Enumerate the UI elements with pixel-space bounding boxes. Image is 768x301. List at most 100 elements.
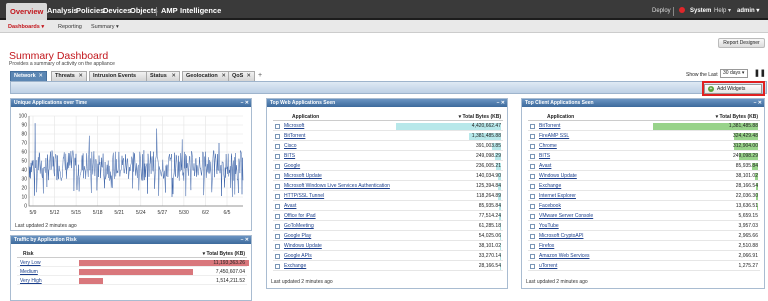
- tab-qos[interactable]: QoS ✕: [228, 71, 255, 81]
- app-link[interactable]: Microsoft Update: [284, 172, 322, 181]
- app-link[interactable]: Google Play: [284, 232, 311, 241]
- row-checkbox[interactable]: [275, 174, 280, 179]
- row-checkbox[interactable]: [275, 204, 280, 209]
- help-menu[interactable]: Help ▾: [714, 4, 731, 18]
- deploy-button[interactable]: Deploy: [652, 4, 671, 18]
- row-checkbox[interactable]: [530, 184, 535, 189]
- row-checkbox[interactable]: [275, 194, 280, 199]
- time-range-select[interactable]: 30 days ▾: [720, 69, 748, 78]
- tab-geolocation[interactable]: Geolocation ✕: [182, 71, 230, 81]
- subnav-summary[interactable]: Summary ▾: [91, 22, 119, 32]
- nav-overview[interactable]: Overview: [6, 3, 48, 20]
- app-link[interactable]: GoToMeeting: [284, 222, 314, 231]
- risk-link[interactable]: Medium: [20, 268, 38, 276]
- row-checkbox[interactable]: [530, 234, 535, 239]
- app-link[interactable]: Cisco: [284, 142, 297, 151]
- app-link[interactable]: BITS: [539, 152, 550, 161]
- tab-network[interactable]: Network ✕: [10, 71, 47, 81]
- widget-controls-icon[interactable]: – ✕: [241, 99, 249, 107]
- app-link[interactable]: Windows Update: [539, 172, 577, 181]
- row-checkbox[interactable]: [530, 224, 535, 229]
- col-bytes[interactable]: ▾ Total Bytes (KB): [459, 113, 501, 121]
- alert-icon[interactable]: [679, 7, 685, 13]
- row-checkbox[interactable]: [530, 244, 535, 249]
- col-bytes[interactable]: ▾ Total Bytes (KB): [716, 113, 758, 121]
- row-checkbox[interactable]: [530, 144, 535, 149]
- app-link[interactable]: Google APIs: [284, 252, 312, 261]
- widget-controls-icon[interactable]: – ✕: [497, 99, 505, 107]
- row-checkbox[interactable]: [530, 174, 535, 179]
- app-link[interactable]: Internet Explorer: [539, 192, 576, 201]
- row-checkbox[interactable]: [275, 164, 280, 169]
- row-checkbox[interactable]: [275, 254, 280, 259]
- col-bytes[interactable]: ▾ Total Bytes (KB): [203, 250, 245, 258]
- app-link[interactable]: Exchange: [539, 182, 561, 191]
- app-link[interactable]: Facebook: [539, 202, 561, 211]
- app-link[interactable]: Microsoft CryptoAPI: [539, 232, 583, 241]
- close-icon[interactable]: ✕: [221, 72, 226, 81]
- app-link[interactable]: Firefox: [539, 242, 554, 251]
- tab-status[interactable]: Status ✕: [146, 71, 180, 81]
- close-icon[interactable]: ✕: [78, 72, 83, 81]
- user-menu[interactable]: admin ▾: [737, 4, 759, 18]
- nav-amp[interactable]: AMP: [161, 4, 178, 18]
- app-link[interactable]: uTorrent: [539, 262, 557, 271]
- app-link[interactable]: HTTP/SSL Tunnel: [284, 192, 324, 201]
- row-checkbox[interactable]: [530, 194, 535, 199]
- app-link[interactable]: BitTorrent: [539, 122, 560, 131]
- risk-link[interactable]: Very Low: [20, 259, 41, 267]
- row-checkbox[interactable]: [275, 144, 280, 149]
- row-checkbox[interactable]: [530, 164, 535, 169]
- app-link[interactable]: VMware Server Console: [539, 212, 593, 221]
- app-link[interactable]: Office for iPad: [284, 212, 316, 221]
- nav-devices[interactable]: Devices: [103, 4, 131, 18]
- report-designer-button[interactable]: Report Designer: [718, 38, 765, 48]
- close-icon[interactable]: ✕: [38, 72, 43, 81]
- app-link[interactable]: Chrome: [539, 142, 557, 151]
- app-link[interactable]: BITS: [284, 152, 295, 161]
- pause-icon[interactable]: ❚❚: [754, 70, 766, 78]
- row-checkbox[interactable]: [275, 154, 280, 159]
- app-link[interactable]: Exchange: [284, 262, 306, 271]
- nav-objects[interactable]: Objects: [130, 4, 158, 18]
- app-link[interactable]: Microsoft: [284, 122, 304, 131]
- app-link[interactable]: Microsoft Windows Live Services Authenti…: [284, 182, 390, 191]
- row-checkbox[interactable]: [530, 214, 535, 219]
- row-checkbox[interactable]: [275, 134, 280, 139]
- app-link[interactable]: Avast: [284, 202, 296, 211]
- row-checkbox[interactable]: [275, 214, 280, 219]
- row-checkbox[interactable]: [530, 254, 535, 259]
- widget-controls-icon[interactable]: – ✕: [754, 99, 762, 107]
- subnav-reporting[interactable]: Reporting: [58, 22, 82, 32]
- app-link[interactable]: FireAMP SSL: [539, 132, 569, 141]
- row-checkbox[interactable]: [275, 124, 280, 129]
- app-link[interactable]: Avast: [539, 162, 551, 171]
- row-checkbox[interactable]: [275, 264, 280, 269]
- row-checkbox[interactable]: [275, 234, 280, 239]
- widget-controls-icon[interactable]: – ✕: [241, 236, 249, 244]
- tab-threats[interactable]: Threats ✕: [51, 71, 87, 81]
- nav-intelligence[interactable]: Intelligence: [180, 4, 221, 18]
- tab-intrusion-events[interactable]: Intrusion Events✕: [89, 71, 154, 81]
- app-link[interactable]: Google: [284, 162, 300, 171]
- close-icon[interactable]: ✕: [171, 72, 176, 81]
- row-checkbox[interactable]: [530, 264, 535, 269]
- system-menu[interactable]: System: [690, 4, 711, 18]
- row-checkbox[interactable]: [275, 244, 280, 249]
- row-checkbox[interactable]: [530, 204, 535, 209]
- app-link[interactable]: Windows Update: [284, 242, 322, 251]
- nav-policies[interactable]: Policies: [76, 4, 104, 18]
- row-checkbox[interactable]: [275, 224, 280, 229]
- row-checkbox[interactable]: [530, 124, 535, 129]
- risk-link[interactable]: Very High: [20, 277, 42, 285]
- subnav-dashboards[interactable]: Dashboards ▾: [8, 22, 44, 32]
- row-checkbox[interactable]: [530, 154, 535, 159]
- row-checkbox[interactable]: [530, 134, 535, 139]
- nav-analysis[interactable]: Analysis: [47, 4, 78, 18]
- app-link[interactable]: Amazon Web Services: [539, 252, 589, 261]
- app-link[interactable]: YouTube: [539, 222, 559, 231]
- app-link[interactable]: BitTorrent: [284, 132, 305, 141]
- row-checkbox[interactable]: [275, 184, 280, 189]
- close-icon[interactable]: ✕: [246, 72, 251, 81]
- add-tab-button[interactable]: +: [258, 71, 262, 81]
